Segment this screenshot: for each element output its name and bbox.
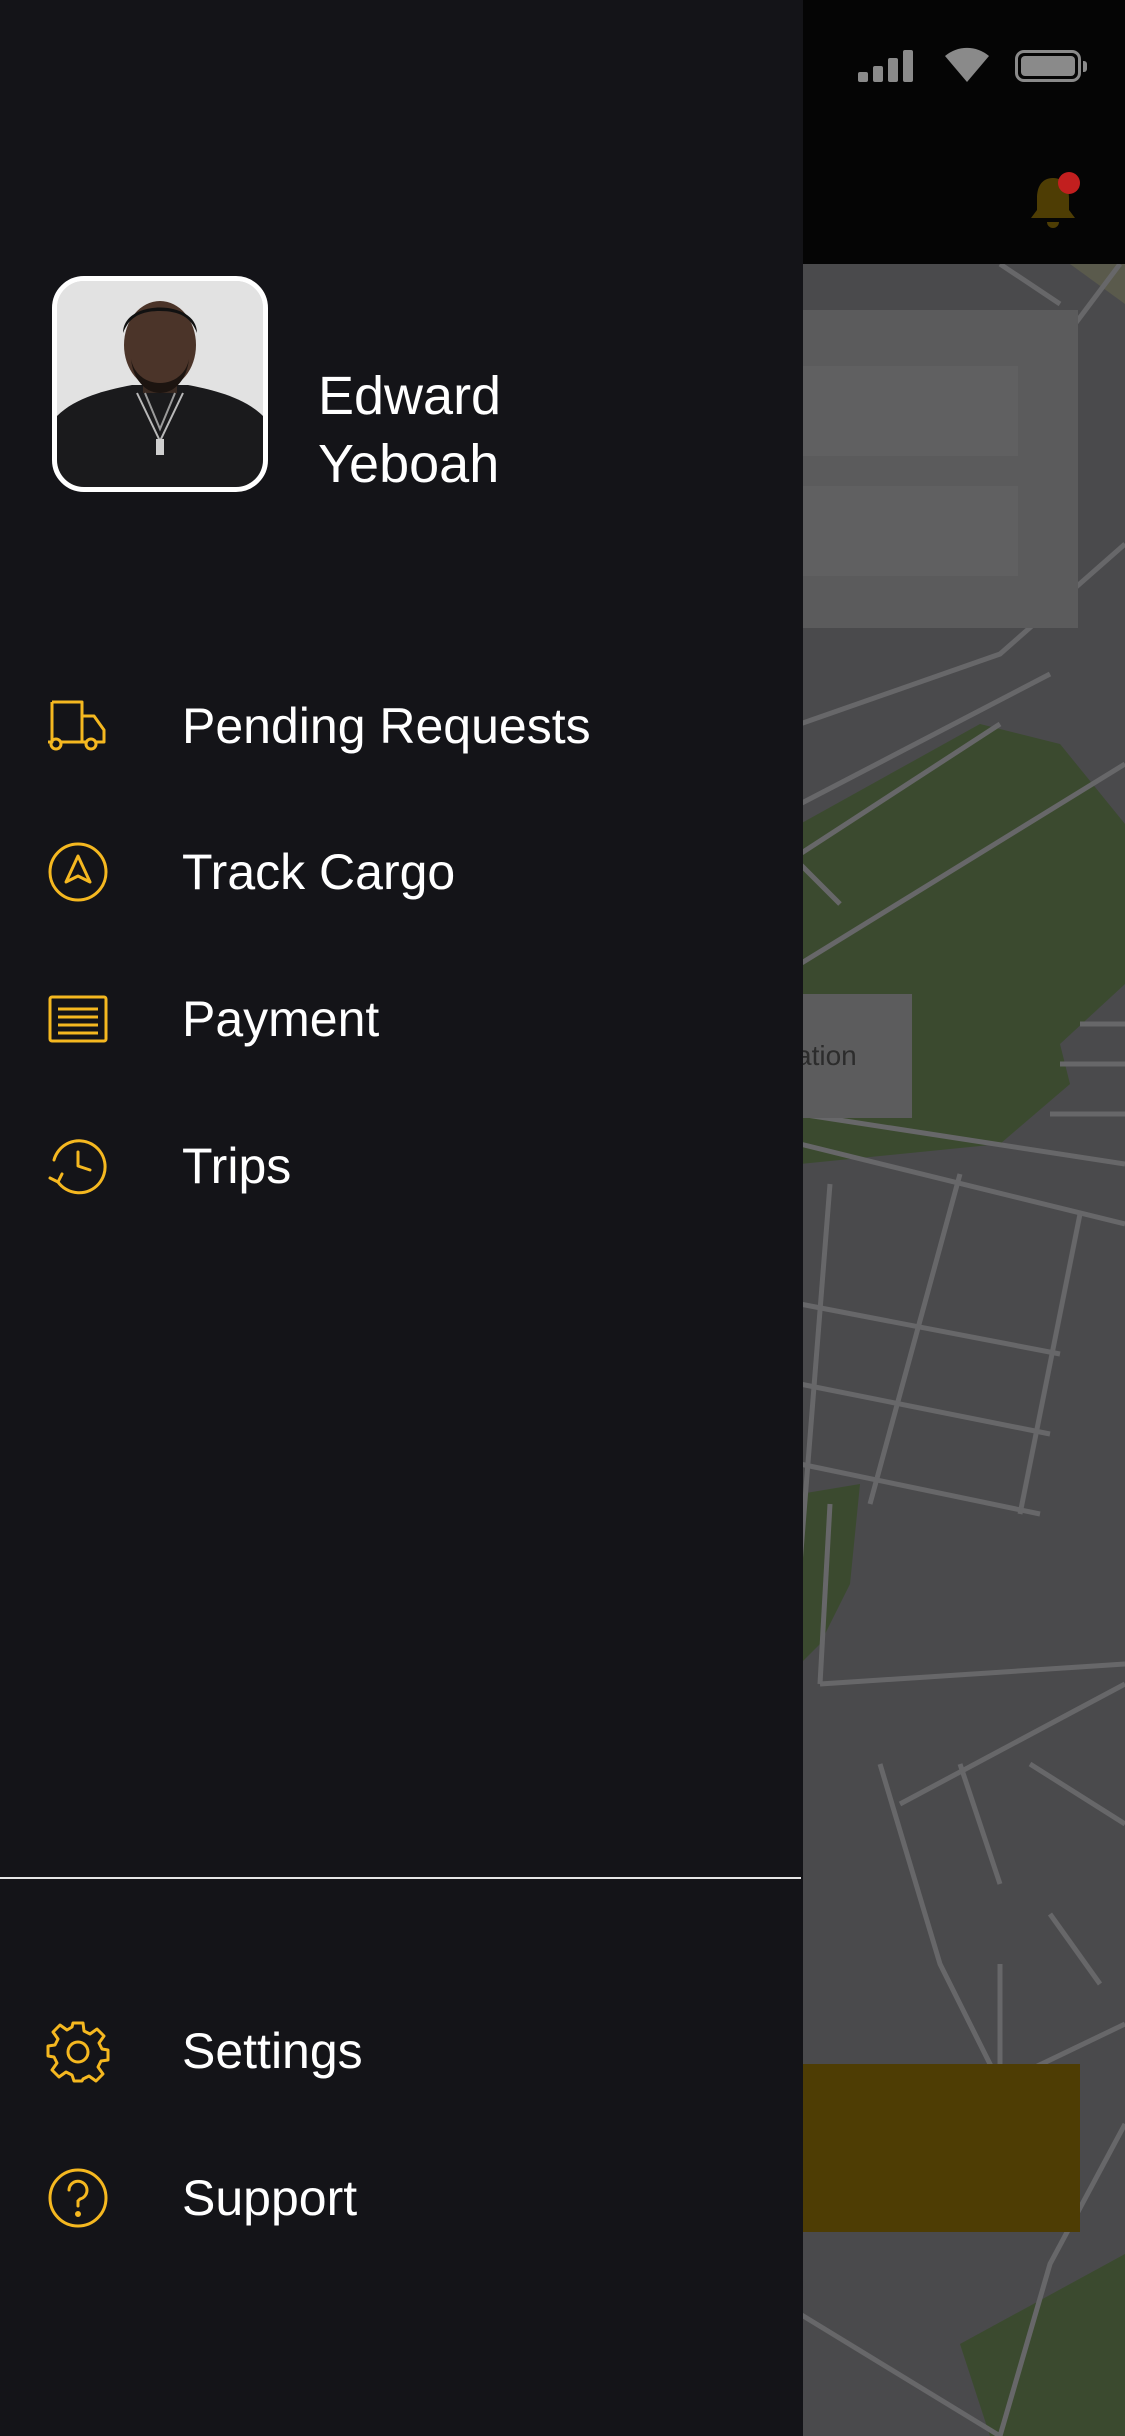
cellular-signal-icon <box>858 48 918 82</box>
menu-item-track-cargo[interactable]: Track Cargo <box>44 827 744 917</box>
menu-item-support[interactable]: Support <box>44 2153 744 2243</box>
profile-last-name: Yeboah <box>318 434 500 494</box>
menu-divider <box>0 1877 801 1879</box>
navigation-drawer: Edward Yeboah Pending Requests Track Car… <box>0 0 803 2436</box>
menu-item-settings[interactable]: Settings <box>44 2006 744 2096</box>
help-icon <box>44 2164 112 2232</box>
primary-action-button[interactable] <box>790 2064 1080 2232</box>
truck-icon <box>44 692 112 760</box>
gear-icon <box>44 2017 112 2085</box>
menu-item-label: Payment <box>182 991 380 1047</box>
list-icon <box>44 985 112 1053</box>
pickup-input[interactable] <box>790 366 1018 456</box>
navigation-icon <box>44 838 112 906</box>
menu-item-label: Settings <box>182 2023 363 2079</box>
profile-first-name: Edward <box>318 366 502 426</box>
avatar[interactable] <box>52 276 268 492</box>
menu-item-label: Trips <box>182 1138 292 1194</box>
battery-icon <box>1015 50 1087 82</box>
destination-input[interactable] <box>790 486 1018 576</box>
menu-item-label: Pending Requests <box>182 698 591 754</box>
location-chip[interactable]: cation <box>790 994 912 1118</box>
wifi-icon <box>942 44 992 84</box>
menu-item-label: Support <box>182 2170 358 2226</box>
menu-item-trips[interactable]: Trips <box>44 1121 744 1211</box>
notification-badge <box>1058 172 1080 194</box>
menu-item-payment[interactable]: Payment <box>44 974 744 1064</box>
menu-item-pending-requests[interactable]: Pending Requests <box>44 681 744 771</box>
menu-item-label: Track Cargo <box>182 844 456 900</box>
history-icon <box>44 1132 112 1200</box>
profile-name: Edward Yeboah <box>318 362 738 498</box>
route-input-card <box>790 310 1078 628</box>
